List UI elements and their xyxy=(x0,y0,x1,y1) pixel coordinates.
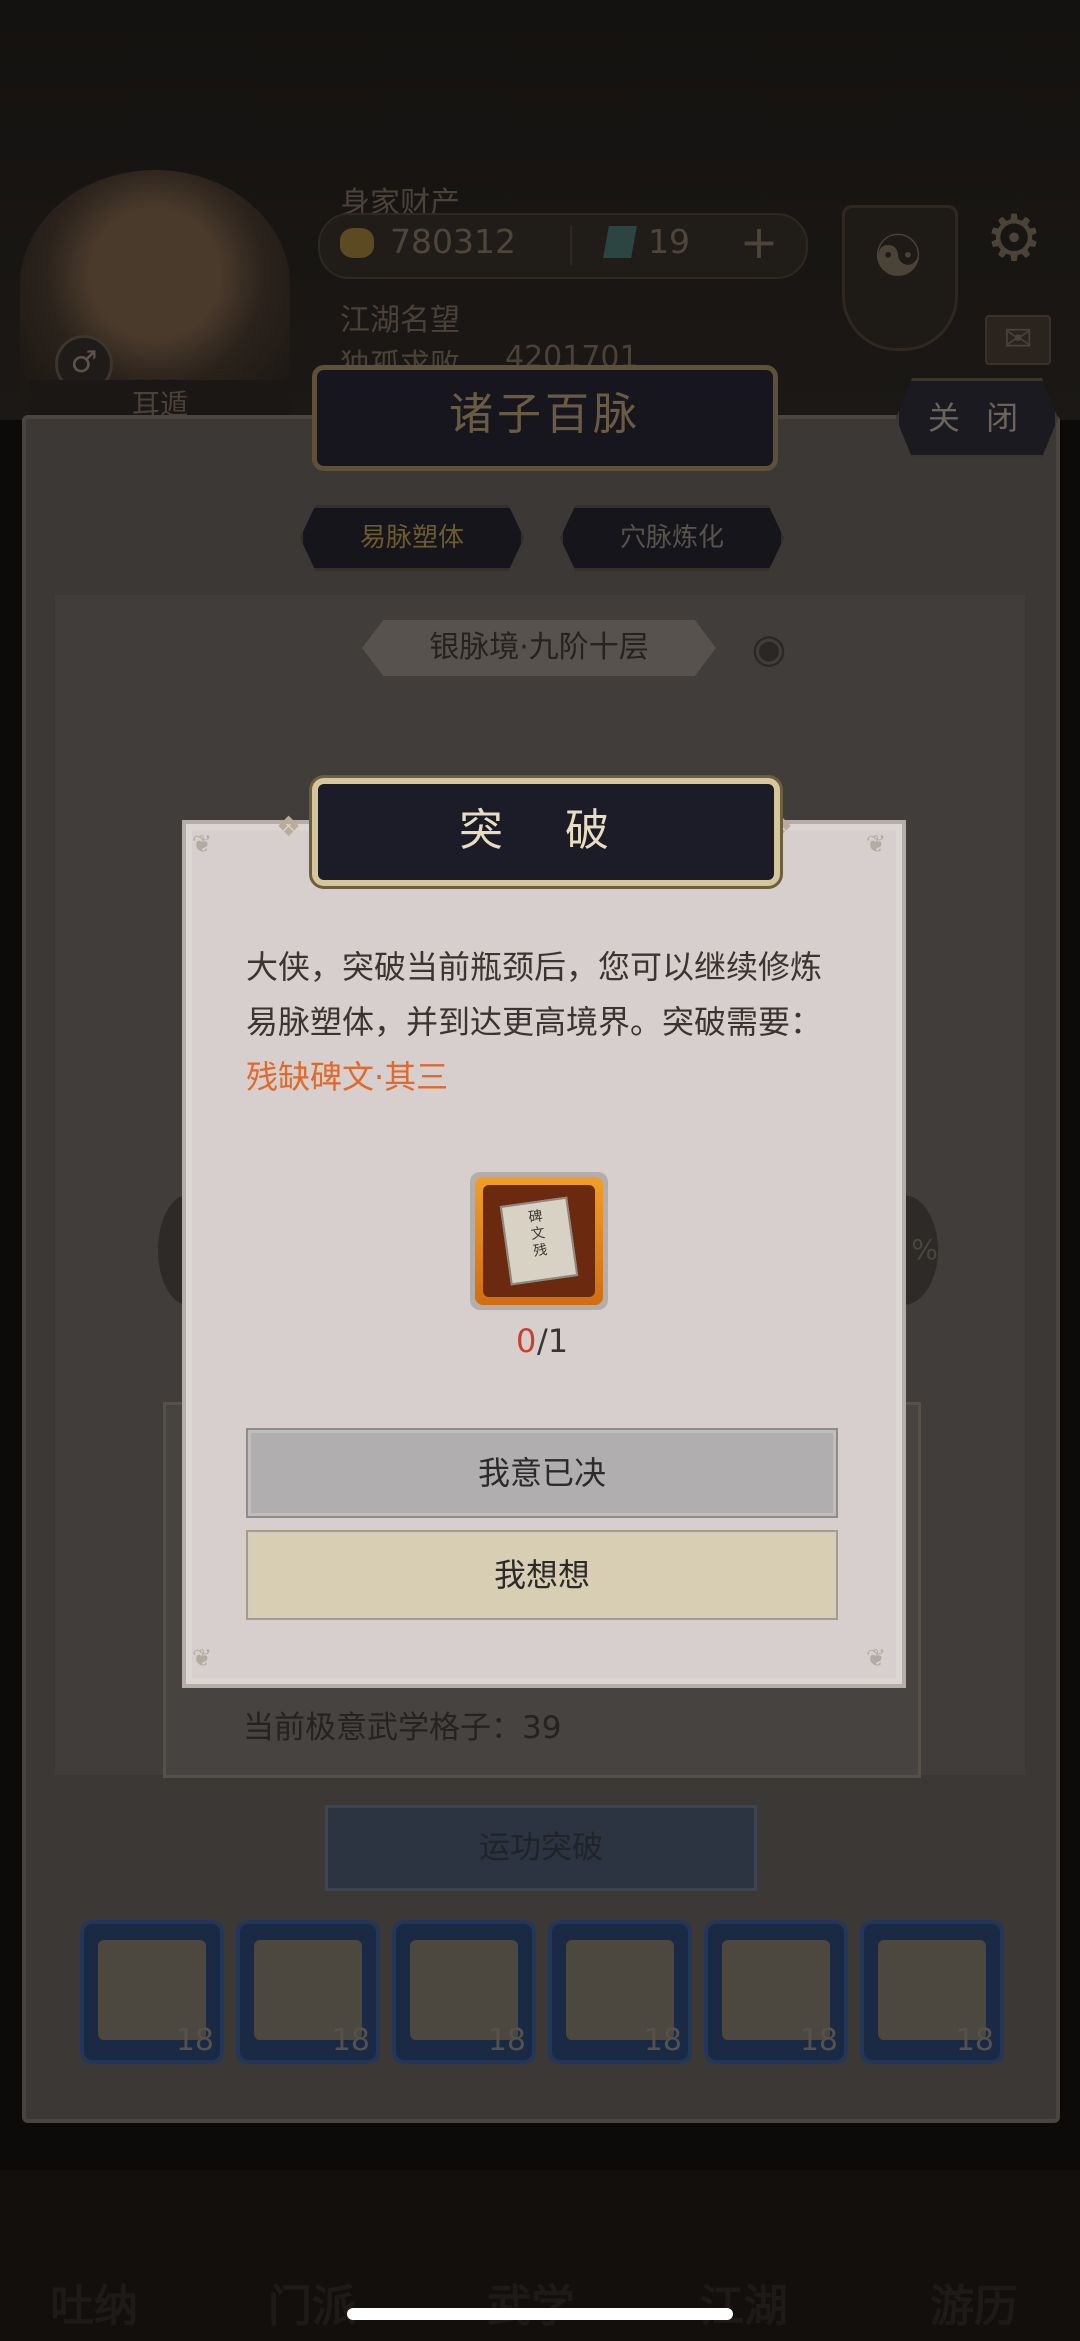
currency-divider xyxy=(570,225,572,265)
scroll-slot[interactable]: 18 xyxy=(704,1920,848,2064)
dialog-corner-ornament: ❦ xyxy=(866,830,887,858)
nav-item-breathing[interactable]: 吐纳 xyxy=(50,2270,138,2334)
gem-amount: 19 xyxy=(648,222,690,261)
scroll-count: 18 xyxy=(955,2023,994,2058)
title-wing-ornament: ❖ xyxy=(276,810,302,843)
yinyang-icon: ☯ xyxy=(872,222,924,290)
add-currency-button[interactable]: + xyxy=(728,212,790,274)
scroll-count: 18 xyxy=(799,2023,838,2058)
scroll-count: 18 xyxy=(331,2023,370,2058)
scroll-slot[interactable]: 18 xyxy=(548,1920,692,2064)
nav-item-sect[interactable]: 门派 xyxy=(268,2270,356,2334)
nav-item-jianghu[interactable]: 江湖 xyxy=(700,2270,788,2334)
scroll-count: 18 xyxy=(643,2023,682,2058)
eye-icon[interactable]: ◉ xyxy=(742,622,796,676)
coin-icon xyxy=(340,228,374,258)
nav-item-travel[interactable]: 游历 xyxy=(930,2270,1018,2334)
required-item-name: 残缺碑文·其三 xyxy=(246,1058,449,1096)
scroll-slot[interactable]: 18 xyxy=(236,1920,380,2064)
stele-inscription-art: 碑文残 xyxy=(499,1196,579,1286)
grid-count: 当前极意武学格子：39 xyxy=(243,1710,562,1746)
confirm-button[interactable]: 我意已决 xyxy=(248,1430,836,1516)
dialog-corner-ornament: ❦ xyxy=(866,1644,887,1672)
item-owned-count: 0 xyxy=(516,1322,537,1360)
realm-label: 银脉境·九阶十层 xyxy=(362,620,716,676)
coin-amount: 780312 xyxy=(390,222,516,261)
item-rarity-border: 碑文残 xyxy=(475,1177,603,1305)
dialog-corner-ornament: ❦ xyxy=(192,830,213,858)
home-indicator[interactable] xyxy=(347,2308,733,2320)
tab-body-reshape[interactable]: 易脉塑体 xyxy=(300,505,524,571)
mail-icon[interactable]: ✉ xyxy=(985,315,1051,365)
tab-acupoint-refine[interactable]: 穴脉炼化 xyxy=(560,505,784,571)
scroll-count: 18 xyxy=(487,2023,526,2058)
right-node-percent: % xyxy=(911,1233,938,1266)
close-button[interactable]: 关 闭 xyxy=(896,378,1058,458)
breakthrough-button[interactable]: 运功突破 xyxy=(325,1805,757,1891)
reconsider-button[interactable]: 我想想 xyxy=(248,1532,836,1618)
required-item-slot[interactable]: 碑文残 xyxy=(470,1172,608,1310)
panel-title: 诸子百脉 xyxy=(312,365,778,471)
gem-icon xyxy=(603,226,637,258)
stele-fragment-icon: 碑文残 xyxy=(483,1185,595,1297)
scroll-slot[interactable]: 18 xyxy=(860,1920,1004,2064)
dialog-corner-ornament: ❦ xyxy=(192,1644,213,1672)
nav-item-martial-arts[interactable]: 武学 xyxy=(487,2270,575,2334)
reputation-label: 江湖名望 xyxy=(340,303,460,338)
item-required-count: /1 xyxy=(537,1322,569,1360)
scroll-count: 18 xyxy=(175,2023,214,2058)
dialog-title: 突 破 xyxy=(312,778,780,886)
scroll-slot[interactable]: 18 xyxy=(80,1920,224,2064)
settings-gear-icon[interactable]: ⚙ xyxy=(980,205,1048,273)
dialog-message: 大侠，突破当前瓶颈后，您可以继续修炼易脉塑体，并到达更高境界。突破需要： xyxy=(246,948,823,1041)
scroll-slot[interactable]: 18 xyxy=(392,1920,536,2064)
